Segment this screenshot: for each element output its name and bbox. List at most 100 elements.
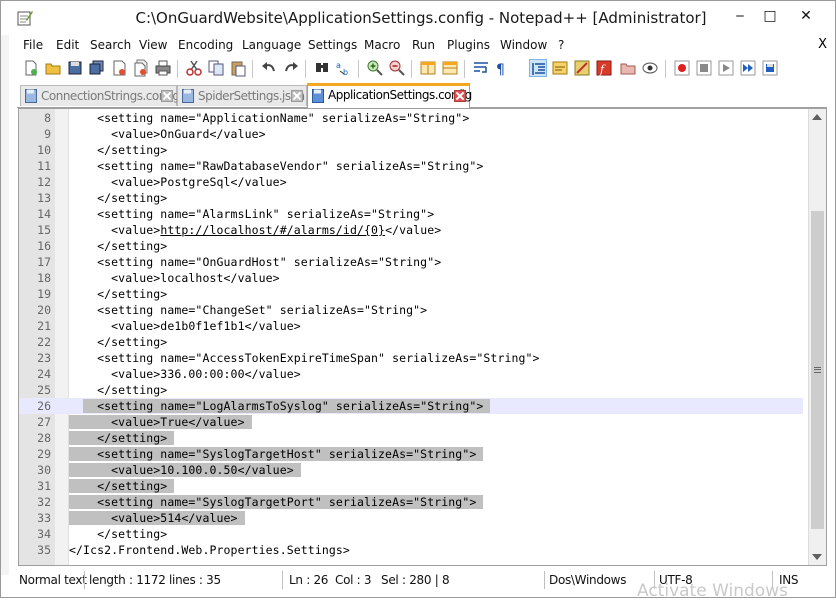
run-macro-multiple-icon[interactable] (739, 59, 757, 77)
undo-icon[interactable] (260, 59, 278, 77)
redo-icon[interactable] (282, 59, 300, 77)
line-number: 16 (37, 239, 51, 253)
tab-bar: ConnectionStrings.config SpiderSettings.… (17, 83, 827, 108)
save-macro-icon[interactable] (761, 59, 779, 77)
find-icon[interactable] (313, 59, 331, 77)
record-macro-icon[interactable] (673, 59, 691, 77)
code-line[interactable]: 32 <setting name="SyslogTargetPort" seri… (19, 494, 803, 510)
code-line[interactable]: 18 <value>localhost</value> (19, 270, 803, 286)
left-edge (1, 35, 9, 575)
copy-icon[interactable] (207, 59, 225, 77)
vertical-scrollbar[interactable] (808, 109, 826, 565)
cut-icon[interactable] (185, 59, 203, 77)
code-line[interactable]: 10 </setting> (19, 142, 803, 158)
code-line[interactable]: 27 <value>True</value> (19, 414, 803, 430)
maximize-button[interactable]: □ (755, 5, 785, 27)
code-line[interactable]: 29 <setting name="SyslogTargetHost" seri… (19, 446, 803, 462)
sync-vertical-icon[interactable] (419, 59, 437, 77)
code-line[interactable]: 13 </setting> (19, 190, 803, 206)
code-line[interactable]: 16 </setting> (19, 238, 803, 254)
tab-close-icon[interactable] (291, 90, 303, 102)
code-line[interactable]: 35 </Ics2.Frontend.Web.Properties.Setting… (19, 542, 803, 558)
indent-guide-icon[interactable] (529, 59, 547, 77)
line-number: 10 (37, 143, 51, 157)
code-line[interactable]: 15 <value>http://localhost/#/alarms/id/{… (19, 222, 803, 238)
save-icon[interactable] (66, 59, 84, 77)
code-line[interactable]: 24 <value>336.00:00:00</value> (19, 366, 803, 382)
tab-close-icon[interactable] (454, 90, 466, 102)
user-language-icon[interactable] (551, 59, 569, 77)
menu-macro[interactable]: Macro (364, 38, 400, 52)
replace-icon[interactable]: ab (335, 59, 353, 77)
code-editor[interactable]: 8 <setting name="ApplicationName" serial… (18, 108, 827, 566)
line-number: 22 (37, 335, 51, 349)
code-line[interactable]: 17 <setting name="OnGuardHost" serialize… (19, 254, 803, 270)
close-document-button[interactable]: X (818, 37, 827, 52)
code-text: <value>10.100.0.50</value> (69, 463, 301, 477)
scroll-down-icon[interactable] (812, 554, 822, 560)
new-file-icon[interactable] (22, 59, 40, 77)
close-icon[interactable] (110, 59, 128, 77)
sync-horizontal-icon[interactable] (441, 59, 459, 77)
svg-text:b: b (343, 68, 348, 77)
zoom-in-icon[interactable] (366, 59, 384, 77)
menu-settings[interactable]: Settings (308, 38, 357, 52)
code-line[interactable]: 30 <value>10.100.0.50</value> (19, 462, 803, 478)
status-eol[interactable]: Dos\Windows (549, 573, 626, 587)
code-line[interactable]: 9 <value>OnGuard</value> (19, 126, 803, 142)
code-line[interactable]: 12 <value>PostgreSql</value> (19, 174, 803, 190)
menu-language[interactable]: Language (242, 38, 301, 52)
monitoring-icon[interactable] (641, 59, 659, 77)
scroll-up-icon[interactable] (812, 114, 822, 120)
tab-connectionstrings[interactable]: ConnectionStrings.config (20, 85, 180, 106)
code-line[interactable]: 21 <value>de1b0f1ef1b1</value> (19, 318, 803, 334)
tab-applicationsettings[interactable]: ApplicationSettings.config (307, 83, 472, 108)
code-line[interactable]: 8 <setting name="ApplicationName" serial… (19, 110, 803, 126)
menu-file[interactable]: File (23, 38, 43, 52)
tab-spidersettings[interactable]: SpiderSettings.json (177, 85, 307, 106)
code-line[interactable]: 19 </setting> (19, 286, 803, 302)
code-text: </setting> (69, 287, 168, 301)
menu-run[interactable]: Run (412, 38, 435, 52)
print-icon[interactable] (154, 59, 172, 77)
line-number: 32 (37, 495, 51, 509)
doc-map-icon[interactable] (573, 59, 591, 77)
word-wrap-icon[interactable] (472, 59, 490, 77)
scrollbar-thumb[interactable] (811, 211, 824, 529)
function-list-icon[interactable]: f (595, 59, 613, 77)
code-line[interactable]: 28 </setting> (19, 430, 803, 446)
play-macro-icon[interactable] (717, 59, 735, 77)
line-number: 28 (37, 431, 51, 445)
menu-plugins[interactable]: Plugins (447, 38, 490, 52)
code-line[interactable]: 33 <value>514</value> (19, 510, 803, 526)
show-all-chars-icon[interactable]: ¶ (492, 59, 510, 77)
menu-edit[interactable]: Edit (56, 38, 79, 52)
folder-workspace-icon[interactable] (619, 59, 637, 77)
menu-search[interactable]: Search (90, 38, 131, 52)
code-line[interactable]: 26 <setting name="LogAlarmsToSyslog" ser… (19, 398, 803, 414)
close-all-icon[interactable] (132, 59, 150, 77)
code-line[interactable]: 22 </setting> (19, 334, 803, 350)
save-all-icon[interactable] (88, 59, 106, 77)
menu-encoding[interactable]: Encoding (178, 38, 233, 52)
menu-window[interactable]: Window (500, 38, 547, 52)
stop-macro-icon[interactable] (695, 59, 713, 77)
code-line[interactable]: 34 </setting> (19, 526, 803, 542)
menu-help[interactable]: ? (558, 38, 564, 52)
tab-close-icon[interactable] (161, 90, 173, 102)
code-line[interactable]: 14 <setting name="AlarmsLink" serializeA… (19, 206, 803, 222)
code-line[interactable]: 31 </setting> (19, 478, 803, 494)
line-number: 21 (37, 319, 51, 333)
code-line[interactable]: 11 <setting name="RawDatabaseVendor" ser… (19, 158, 803, 174)
close-window-button[interactable]: ✕ (791, 5, 821, 27)
menu-view[interactable]: View (139, 38, 167, 52)
paste-icon[interactable] (229, 59, 247, 77)
open-file-icon[interactable] (44, 59, 62, 77)
title-bar: C:\OnGuardWebsite\ApplicationSettings.co… (1, 1, 835, 35)
code-line[interactable]: 23 <setting name="AccessTokenExpireTimeS… (19, 350, 803, 366)
zoom-out-icon[interactable] (388, 59, 406, 77)
code-line[interactable]: 25 </setting> (19, 382, 803, 398)
code-text: </setting> (69, 335, 168, 349)
code-line[interactable]: 20 <setting name="ChangeSet" serializeAs… (19, 302, 803, 318)
minimize-button[interactable]: ‒ (725, 5, 755, 27)
